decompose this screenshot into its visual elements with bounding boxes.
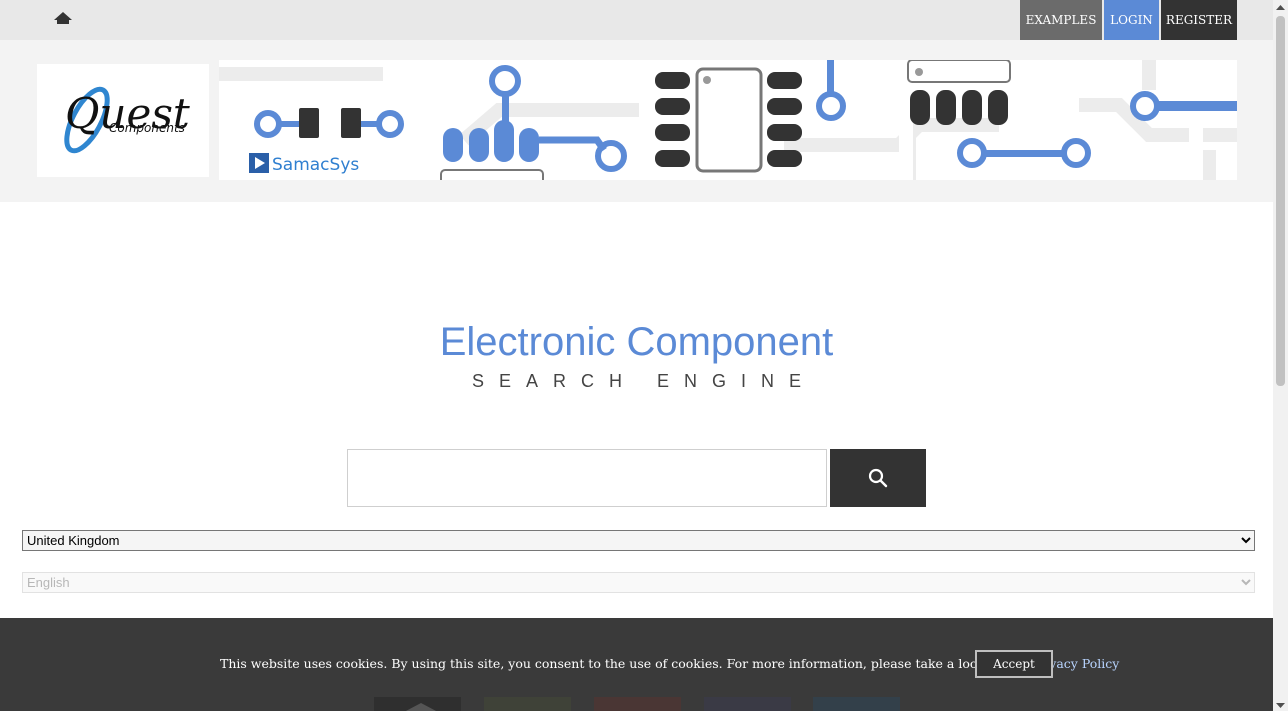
- samacsys-text: SamacSys: [272, 155, 359, 175]
- logo-sub-text: Components: [109, 121, 185, 135]
- country-select[interactable]: United Kingdom: [22, 530, 1255, 551]
- cookie-message-text: This website uses cookies. By using this…: [220, 656, 1027, 671]
- examples-button[interactable]: EXAMPLES: [1020, 0, 1102, 40]
- vertical-scrollbar[interactable]: [1273, 0, 1288, 711]
- search-button[interactable]: [830, 449, 926, 507]
- accept-cookies-button[interactable]: Accept: [975, 650, 1053, 678]
- login-button[interactable]: LOGIN: [1104, 0, 1159, 40]
- banner: Quest Components SamacSys: [0, 40, 1273, 202]
- footer-thumbnail[interactable]: [813, 697, 900, 711]
- scrollbar-thumb[interactable]: [1276, 16, 1285, 386]
- home-button[interactable]: [52, 9, 74, 27]
- page: EXAMPLES LOGIN REGISTER Quest Components: [0, 0, 1288, 711]
- quest-components-logo[interactable]: Quest Components: [37, 64, 209, 177]
- footer-thumbnail[interactable]: [704, 697, 791, 711]
- quest-logo-graphic: Quest Components: [64, 86, 190, 154]
- scroll-up-arrow-icon[interactable]: [1273, 0, 1288, 14]
- footer-thumbnail[interactable]: [484, 697, 571, 711]
- page-subtitle: SEARCH ENGINE: [471, 371, 817, 391]
- top-bar: EXAMPLES LOGIN REGISTER: [0, 0, 1273, 40]
- footer-thumbnail[interactable]: [594, 697, 681, 711]
- register-button[interactable]: REGISTER: [1161, 0, 1237, 40]
- home-icon: [54, 12, 72, 24]
- page-title: Electronic Component: [439, 320, 834, 364]
- circuit-illustration: SamacSys: [219, 59, 1237, 191]
- scroll-down-arrow-icon[interactable]: [1273, 697, 1288, 711]
- language-select[interactable]: English: [22, 572, 1255, 593]
- footer-thumbnail[interactable]: [374, 697, 461, 711]
- search-input[interactable]: [347, 449, 827, 507]
- search-icon: [868, 468, 888, 488]
